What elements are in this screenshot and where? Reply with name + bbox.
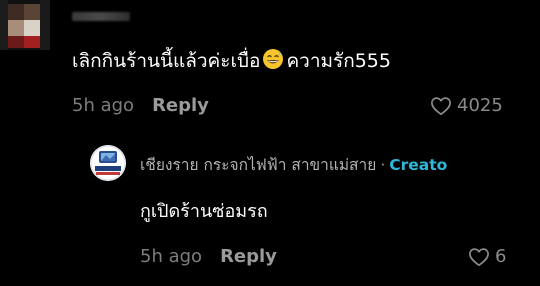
commenter-username-blurred[interactable]	[72, 12, 130, 21]
reply-separator: ·	[380, 156, 386, 174]
reply-time: 5h ago	[140, 246, 203, 267]
reply-text: กูเปิดร้านซ่อมรถ	[140, 201, 268, 222]
reply-like-button[interactable]: 6	[468, 246, 506, 267]
reply-author-name[interactable]: เชียงราย กระจกไฟฟ้า สาขาแม่สาย	[140, 156, 376, 174]
comment-like-count: 4025	[457, 95, 503, 116]
reply-author-line: เชียงราย กระจกไฟฟ้า สาขาแม่สาย · Creato	[140, 152, 447, 177]
grinning-sweat-icon	[262, 48, 284, 77]
comment-reply-button[interactable]: Reply	[152, 95, 209, 116]
comment-text-part-1: เลิกกินร้านนี้แล้วค่ะเบื่อ	[72, 50, 261, 72]
comment-text: เลิกกินร้านนี้แล้วค่ะเบื่อ ความรัก555	[72, 48, 391, 77]
comment-like-button[interactable]: 4025	[430, 95, 503, 116]
reply-reply-button[interactable]: Reply	[220, 246, 277, 267]
commenter-avatar[interactable]	[0, 0, 50, 50]
heart-outline-icon	[469, 247, 489, 266]
reply-author-avatar[interactable]	[90, 145, 126, 181]
comment-time: 5h ago	[72, 95, 135, 116]
heart-outline-icon	[431, 96, 451, 115]
reply-meta: 5h ago Reply	[140, 246, 277, 267]
reply-like-count: 6	[495, 246, 507, 267]
comment-meta: 5h ago Reply	[72, 95, 209, 116]
creator-badge: Creato	[389, 156, 448, 174]
comment-text-part-2: ความรัก555	[286, 50, 391, 72]
